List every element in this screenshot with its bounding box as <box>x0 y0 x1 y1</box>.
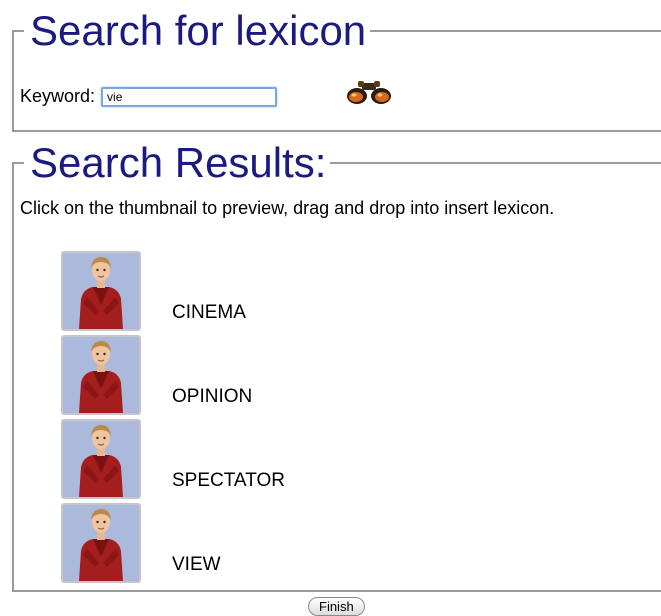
result-item-view: VIEW <box>61 502 461 586</box>
search-section: Search for lexicon <box>12 8 661 132</box>
keyword-label: Keyword: <box>20 86 96 106</box>
results-section-title: Search Results: <box>30 139 327 186</box>
result-label[interactable]: VIEW <box>172 554 221 576</box>
result-label[interactable]: OPINION <box>172 386 252 408</box>
results-instructions: Click on the thumbnail to preview, drag … <box>20 198 555 218</box>
result-item-cinema: CINEMA <box>61 250 461 334</box>
result-item-opinion: OPINION <box>61 334 461 418</box>
result-item-spectator: SPECTATOR <box>61 418 461 502</box>
search-section-title: Search for lexicon <box>30 7 367 54</box>
avatar-thumbnail[interactable] <box>61 503 141 583</box>
keyword-input[interactable] <box>101 86 278 107</box>
finish-button[interactable]: Finish <box>308 597 365 616</box>
result-label[interactable]: SPECTATOR <box>172 470 285 492</box>
avatar-thumbnail[interactable] <box>61 419 141 499</box>
binoculars-icon[interactable] <box>346 80 392 106</box>
avatar-thumbnail[interactable] <box>61 251 141 331</box>
results-list: CINEMA OPINION SPECTATOR VIEW <box>61 250 461 586</box>
keyword-row: Keyword: <box>20 86 278 107</box>
avatar-thumbnail[interactable] <box>61 335 141 415</box>
result-label[interactable]: CINEMA <box>172 302 246 324</box>
